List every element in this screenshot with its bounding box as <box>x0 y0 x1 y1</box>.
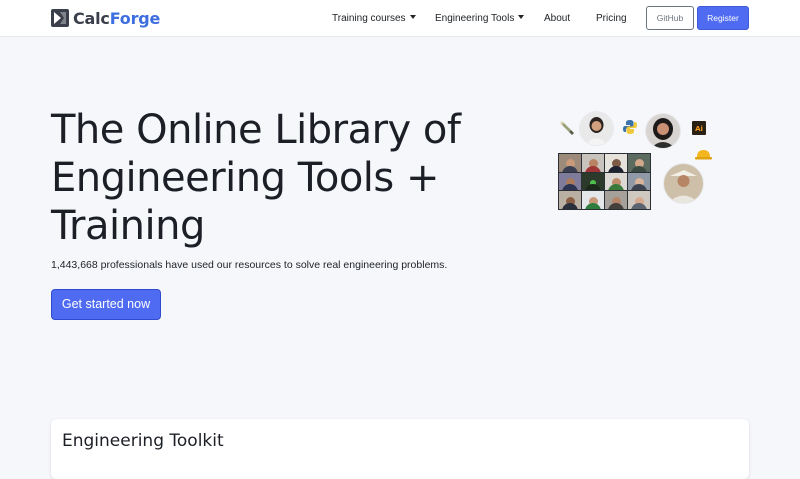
github-button[interactable]: GitHub <box>646 6 694 30</box>
video-call-grid <box>558 153 651 210</box>
video-tile <box>628 154 650 172</box>
python-logo-icon <box>623 120 637 134</box>
video-tile <box>582 172 604 191</box>
brand-name-prefix: Calc <box>73 8 110 28</box>
hero-title-line-3: Training <box>51 203 205 249</box>
caret-down-icon <box>518 15 525 20</box>
top-navbar: CalcForge Training courses Engineering T… <box>0 0 800 37</box>
illustrator-logo-icon: Ai <box>692 121 706 135</box>
avatar-icon <box>664 164 703 203</box>
calcforge-logo-icon <box>51 9 69 27</box>
nav-engineering-tools-dropdown[interactable]: Engineering Tools <box>435 0 525 37</box>
hard-hat-icon <box>695 150 712 160</box>
video-tile <box>605 154 627 172</box>
nav-training-courses-label: Training courses <box>332 13 406 24</box>
paint-tube-icon <box>560 121 574 135</box>
avatar-icon <box>580 112 613 145</box>
engineering-toolkit-title: Engineering Toolkit <box>62 431 224 451</box>
avatar-icon <box>646 114 680 148</box>
video-tile <box>559 172 581 191</box>
video-tile <box>605 191 627 209</box>
video-tile <box>582 154 604 172</box>
nav-engineering-tools-label: Engineering Tools <box>435 13 515 24</box>
video-tile <box>559 154 581 172</box>
get-started-button[interactable]: Get started now <box>51 289 161 320</box>
brand-name-accent: Forge <box>109 8 161 28</box>
brand-logo-link[interactable]: CalcForge <box>51 7 160 29</box>
nav-about-link[interactable]: About <box>544 0 570 37</box>
video-tile <box>628 172 650 191</box>
hero-title-line-2: Engineering Tools + <box>51 155 439 201</box>
brand-name: CalcForge <box>73 9 160 28</box>
hero-subtitle: 1,443,668 professionals have used our re… <box>51 259 448 271</box>
hero-title: The Online Library of Engineering Tools … <box>51 106 521 250</box>
caret-down-icon <box>409 15 416 20</box>
register-button[interactable]: Register <box>697 6 749 30</box>
nav-training-courses-dropdown[interactable]: Training courses <box>332 0 416 37</box>
hero-title-line-1: The Online Library of <box>51 107 461 153</box>
engineering-toolkit-card: Engineering Toolkit <box>51 419 749 479</box>
svg-text:Ai: Ai <box>695 125 703 133</box>
video-tile <box>559 191 581 209</box>
video-tile <box>628 191 650 209</box>
video-tile <box>605 172 627 191</box>
video-tile <box>582 191 604 209</box>
nav-pricing-link[interactable]: Pricing <box>596 0 627 37</box>
